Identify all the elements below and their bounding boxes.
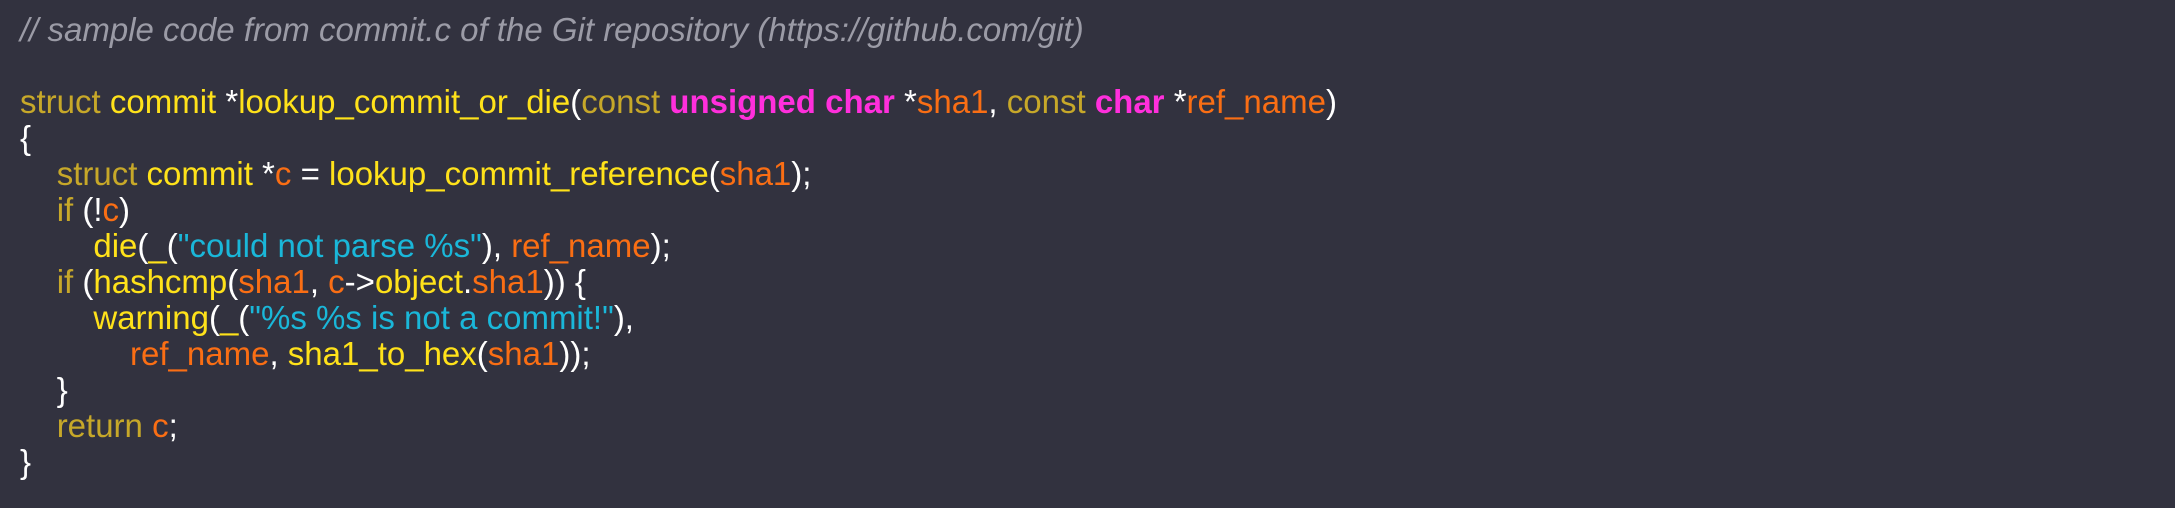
- code-token: c: [274, 155, 292, 192]
- code-token: c: [102, 191, 120, 228]
- code-token: sha1: [238, 263, 310, 300]
- code-token: (!: [73, 191, 103, 228]
- code-token: const: [1006, 83, 1086, 120]
- code-token: {: [20, 119, 32, 156]
- code-token: die: [93, 227, 138, 264]
- code-token: return: [56, 407, 143, 444]
- code-token: (: [73, 263, 94, 300]
- code-token: ): [1325, 83, 1337, 120]
- code-token: (: [476, 335, 488, 372]
- code-line: }: [20, 444, 2175, 480]
- code-token: .: [463, 263, 473, 300]
- code-token: ->: [344, 263, 375, 300]
- code-token: lookup_commit_or_die: [238, 83, 571, 120]
- code-token: );: [791, 155, 812, 192]
- code-line: if (!c): [20, 192, 2175, 228]
- code-token: object: [374, 263, 463, 300]
- code-token: )) {: [543, 263, 586, 300]
- code-line: {: [20, 120, 2175, 156]
- code-token: ,: [309, 263, 329, 300]
- code-token: ref_name: [1186, 83, 1326, 120]
- code-token: *: [894, 83, 917, 120]
- code-token: if: [56, 191, 74, 228]
- code-token: sha1: [719, 155, 792, 192]
- code-token: ref_name: [511, 227, 651, 264]
- code-token: ),: [613, 299, 634, 336]
- code-token: ,: [988, 83, 1007, 120]
- code-token: const: [581, 83, 661, 120]
- code-token: *: [252, 155, 275, 192]
- code-token: ),: [481, 227, 512, 264]
- code-token: sha1: [472, 263, 544, 300]
- code-line: // sample code from commit.c of the Git …: [20, 12, 2175, 48]
- code-token: hashcmp: [93, 263, 228, 300]
- code-token: _: [219, 299, 239, 336]
- code-token: (: [227, 263, 239, 300]
- code-token: }: [20, 443, 32, 480]
- code-token: "%s %s is not a commit!": [249, 299, 614, 336]
- code-token: warning: [93, 299, 209, 336]
- code-token: (: [208, 299, 220, 336]
- code-token: =: [291, 155, 330, 192]
- code-token: sha1: [916, 83, 989, 120]
- code-token: ref_name: [130, 335, 270, 372]
- code-token: if: [56, 263, 74, 300]
- code-token: (: [570, 83, 582, 120]
- code-editor[interactable]: // sample code from commit.c of the Git …: [0, 0, 2175, 508]
- code-token: struct: [56, 155, 138, 192]
- code-token: c: [328, 263, 345, 300]
- code-token: commit: [146, 155, 253, 192]
- code-line: if (hashcmp(sha1, c->object.sha1)) {: [20, 264, 2175, 300]
- code-token: _: [148, 227, 167, 264]
- code-line: die(_("could not parse %s"), ref_name);: [20, 228, 2175, 264]
- code-token: );: [650, 227, 671, 264]
- code-token: unsigned: [669, 83, 816, 120]
- code-token: (: [166, 227, 178, 264]
- code-token: (: [137, 227, 149, 264]
- code-token: sha1: [487, 335, 560, 372]
- code-token: ): [119, 191, 131, 228]
- code-line: struct commit *lookup_commit_or_die(cons…: [20, 84, 2175, 120]
- code-token: ;: [168, 407, 178, 444]
- code-token: *: [216, 83, 239, 120]
- code-token: lookup_commit_reference: [329, 155, 709, 192]
- code-token: (: [238, 299, 250, 336]
- code-token: (: [708, 155, 720, 192]
- code-token: struct: [20, 83, 101, 120]
- code-line: warning(_("%s %s is not a commit!"),: [20, 300, 2175, 336]
- code-token: c: [152, 407, 169, 444]
- code-token: ));: [559, 335, 591, 372]
- code-token: ,: [269, 335, 288, 372]
- code-token: char: [825, 83, 895, 120]
- code-token: }: [56, 371, 68, 408]
- code-line: ref_name, sha1_to_hex(sha1));: [20, 336, 2175, 372]
- code-line: return c;: [20, 408, 2175, 444]
- code-line: struct commit *c = lookup_commit_referen…: [20, 156, 2175, 192]
- code-line: }: [20, 372, 2175, 408]
- code-token: sha1_to_hex: [287, 335, 477, 372]
- code-token: commit: [109, 83, 217, 120]
- code-token: "could not parse %s": [177, 227, 482, 264]
- code-token: *: [1164, 83, 1187, 120]
- code-token: char: [1094, 83, 1165, 120]
- code-token: // sample code from commit.c of the Git …: [20, 11, 1084, 48]
